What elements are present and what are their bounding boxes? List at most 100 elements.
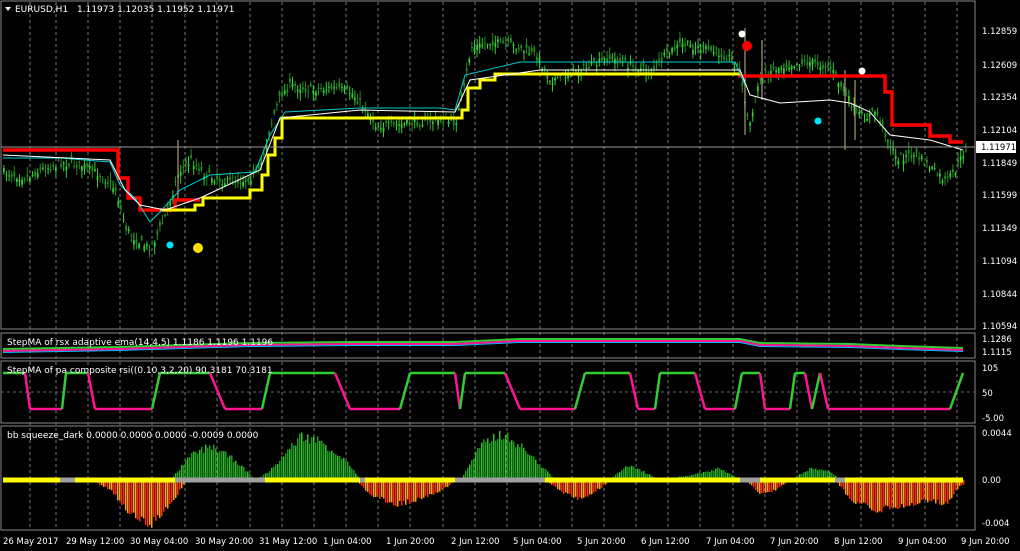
candle-body — [855, 109, 858, 111]
squeeze-bar — [207, 447, 209, 480]
candle-body — [135, 239, 138, 245]
candle-body — [330, 85, 333, 89]
squeeze-bar — [159, 480, 161, 518]
squeeze-bar — [881, 480, 883, 513]
squeeze-bar — [855, 480, 857, 504]
candle-body — [31, 174, 34, 176]
candle-body — [952, 169, 954, 173]
price-axis: 1.12859 1.12609 1.12354 1.12104 1.11849 … — [982, 27, 1017, 332]
squeeze-bar — [493, 433, 495, 480]
rsi-lines — [1, 371, 975, 411]
squeeze-bar — [851, 480, 853, 501]
squeeze-bar — [393, 480, 395, 506]
candle-body — [179, 172, 182, 176]
candle-body — [458, 108, 460, 110]
squeeze-bar — [189, 456, 191, 480]
squeeze-bar — [885, 480, 887, 506]
rsi-step — [733, 372, 744, 410]
squeeze-bar — [875, 480, 877, 513]
squeeze-bar — [147, 480, 149, 527]
candle-body — [307, 91, 309, 93]
squeeze-bar — [579, 480, 581, 498]
candle-body — [486, 44, 489, 46]
candle-body — [528, 53, 530, 55]
candle-body — [741, 82, 744, 87]
candle-body — [845, 93, 848, 95]
candle-body — [772, 66, 775, 69]
squeeze-bar — [309, 443, 311, 480]
squeeze-bar — [409, 480, 411, 504]
candle-body — [432, 121, 434, 124]
time-tick: 1 Jun 20:00 — [386, 537, 435, 547]
candle-body — [702, 45, 705, 47]
candle-body — [312, 90, 315, 94]
candle-body — [936, 174, 939, 176]
rsi-step — [458, 372, 467, 410]
squeeze-bar — [171, 480, 173, 503]
candle-body — [624, 57, 627, 61]
candle-body — [720, 53, 723, 58]
squeeze-bar — [403, 480, 405, 502]
squeeze-bar — [281, 456, 283, 480]
candle-body — [78, 161, 81, 163]
chart-window[interactable]: 1.11971 EURUSD,H1 1.11973 1.12035 1.1195… — [0, 0, 1020, 551]
candle-body — [338, 82, 341, 87]
candle-body — [47, 168, 49, 170]
candle-body — [52, 164, 55, 167]
candle-body — [725, 59, 728, 61]
candle-body — [224, 183, 226, 186]
squeeze-bar — [397, 480, 399, 507]
rsi-step — [818, 372, 830, 410]
candle-body — [18, 179, 21, 182]
time-tick: 30 May 20:00 — [195, 537, 253, 547]
candle-body — [29, 177, 31, 182]
candle-body — [764, 71, 767, 73]
squeeze-bar — [963, 480, 965, 485]
squeeze-bar — [231, 455, 233, 480]
squeeze-bar — [387, 480, 389, 504]
candle-body — [515, 50, 517, 52]
squeeze-bar — [389, 480, 391, 503]
candle-body — [876, 111, 879, 114]
candle-body — [663, 52, 666, 56]
candle-body — [320, 87, 322, 90]
candle-body — [840, 81, 842, 87]
squeeze-bar — [379, 480, 381, 499]
rsi-axis-high: 105 — [982, 364, 998, 374]
squeeze-bar — [381, 480, 383, 497]
rsi-step — [788, 372, 797, 410]
candle-body — [346, 85, 348, 89]
squeeze-bar — [141, 480, 143, 517]
squeeze-bar — [849, 480, 851, 499]
squeeze-bar — [311, 437, 313, 480]
candle-body — [299, 89, 302, 94]
squeeze-bar — [927, 480, 929, 503]
rsi-axis-mid: 50 — [982, 389, 993, 399]
candle-body — [611, 56, 614, 58]
candle-body — [848, 96, 850, 101]
squeeze-bar — [169, 480, 171, 505]
candle-body — [127, 228, 130, 232]
candle-body — [684, 44, 686, 47]
candle-body — [712, 51, 715, 54]
squeeze-bar — [331, 450, 333, 480]
candle-body — [213, 181, 216, 184]
candle-body — [447, 121, 450, 125]
candle-body — [221, 184, 224, 186]
candle-body — [489, 44, 491, 46]
squeeze-bar — [863, 480, 865, 503]
squeeze-bar — [301, 432, 303, 480]
squeeze-bar — [939, 480, 941, 505]
candle-body — [114, 187, 117, 191]
time-tick: 5 Jun 20:00 — [577, 537, 626, 547]
symbol-dropdown-icon[interactable] — [5, 7, 11, 11]
candle-body — [304, 88, 307, 92]
candle-body — [5, 174, 8, 176]
candle-body — [504, 42, 507, 44]
squeeze-bar — [925, 480, 927, 500]
squeeze-bar — [339, 456, 341, 480]
squeeze-bar — [509, 441, 511, 480]
squeeze-bar — [909, 480, 911, 506]
squeeze-bar — [315, 442, 317, 480]
candle-body — [356, 101, 359, 104]
